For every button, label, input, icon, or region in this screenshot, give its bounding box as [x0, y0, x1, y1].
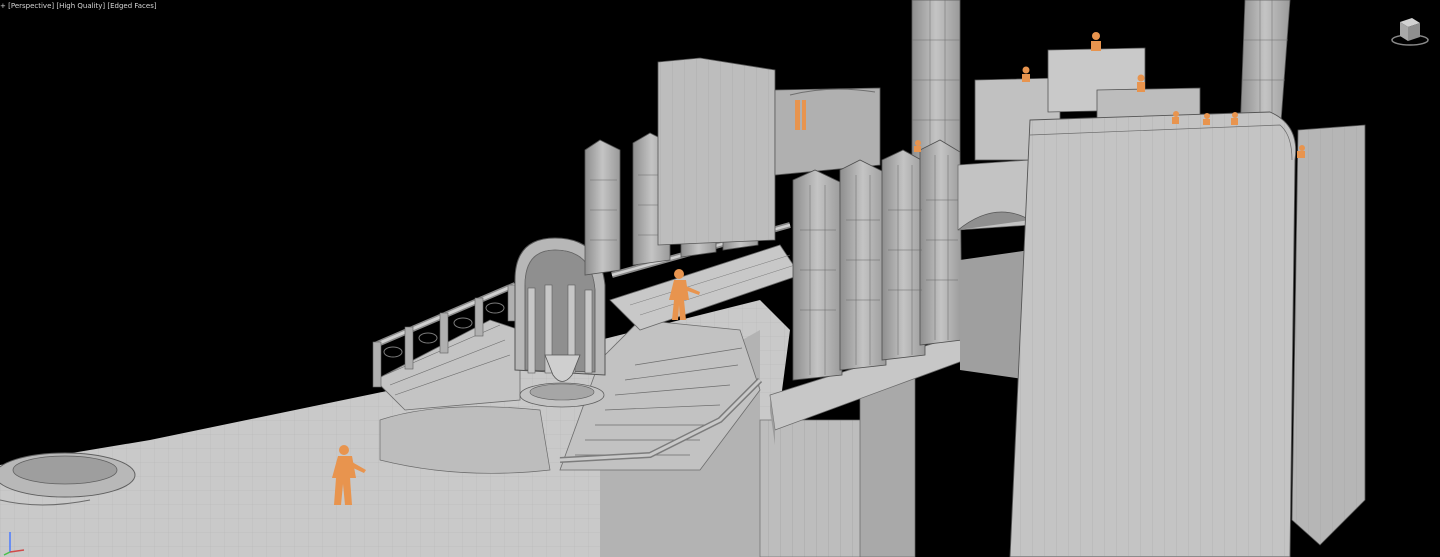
- viewcube-icon[interactable]: [1390, 14, 1430, 48]
- viewport-perspective[interactable]: + [Perspective] [High Quality] [Edged Fa…: [0, 0, 1440, 557]
- viewport-point-of-view[interactable]: Perspective: [11, 1, 52, 11]
- left-stair-railing: [372, 282, 521, 411]
- scene-render[interactable]: [0, 0, 1440, 557]
- viewport-label: + [Perspective] [High Quality] [Edged Fa…: [0, 1, 157, 11]
- viewport-shading-quality[interactable]: High Quality: [59, 1, 102, 11]
- label-separator: ]: [153, 2, 157, 10]
- label-separator: ] [: [102, 2, 111, 10]
- label-separator: ] [: [51, 2, 60, 10]
- viewport-edged-faces[interactable]: Edged Faces: [110, 1, 154, 11]
- right-tower: [1009, 111, 1366, 557]
- axis-tripod-icon: [3, 532, 25, 556]
